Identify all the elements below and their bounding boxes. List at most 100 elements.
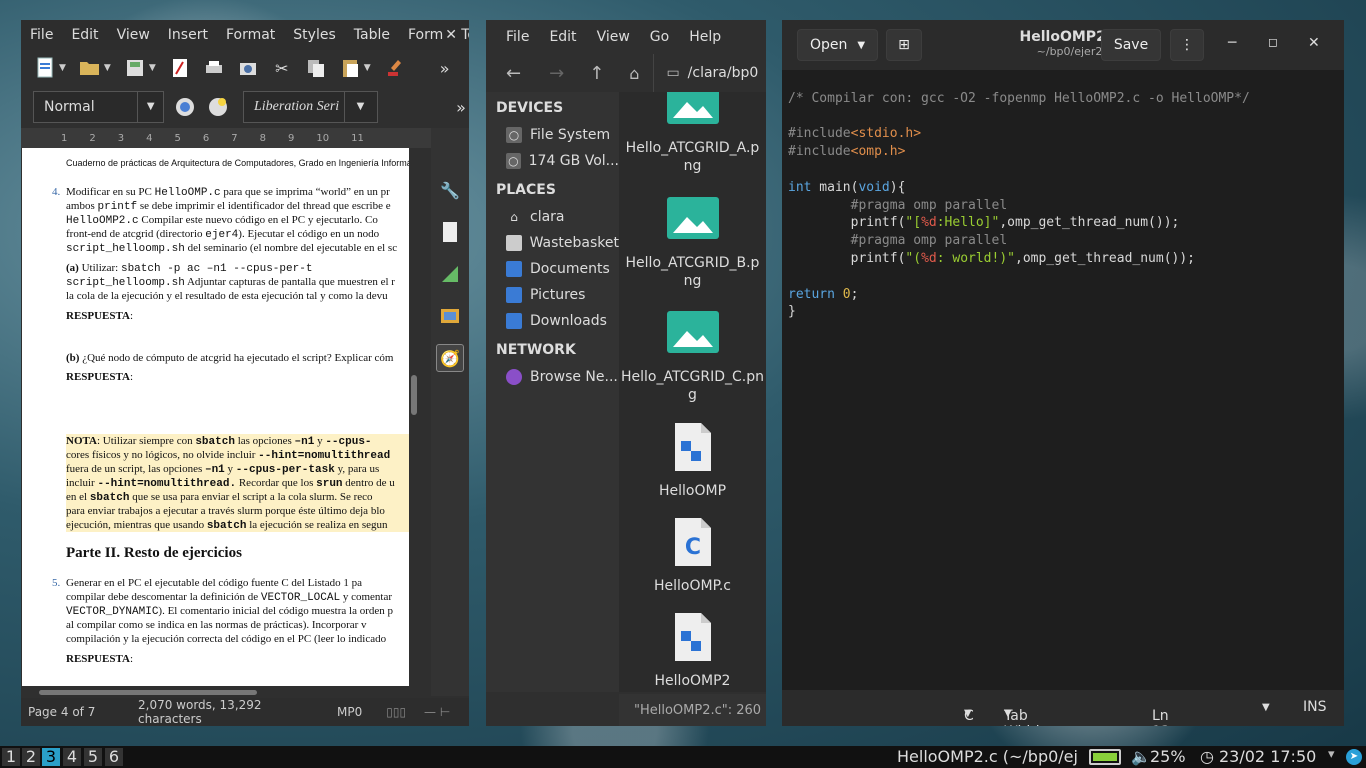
- place-item-volume[interactable]: ○ 174 GB Vol...: [486, 148, 619, 174]
- volume-icon[interactable]: 🔈: [1131, 747, 1151, 766]
- gallery-icon[interactable]: [436, 302, 464, 330]
- file-item-image-a[interactable]: Hello_ATCGRID_A.p ng: [619, 92, 766, 175]
- save-button[interactable]: Save: [1101, 29, 1161, 61]
- place-item-browse-network[interactable]: Browse Ne...: [486, 364, 619, 390]
- files-menu-edit[interactable]: Edit: [539, 29, 586, 45]
- active-window-title[interactable]: HelloOMP2.c (~/bp0/ej: [897, 747, 1077, 766]
- chevron-down-icon[interactable]: ▼: [344, 92, 376, 122]
- new-style-icon[interactable]: [204, 94, 232, 120]
- date-time[interactable]: 23/02 17:50: [1219, 747, 1316, 766]
- editor-headerbar: Open ▼ ⊞ HelloOMP2.c ~/bp0/ejer2 Save ⋮ ─…: [782, 20, 1344, 70]
- writer-menu-form[interactable]: Form: [399, 27, 452, 43]
- file-item-image-b[interactable]: Hello_ATCGRID_B.p ng: [619, 193, 766, 290]
- print-icon[interactable]: [200, 55, 228, 81]
- files-menu-help[interactable]: Help: [679, 29, 731, 45]
- copy-icon[interactable]: [302, 55, 330, 81]
- forward-arrow-icon[interactable]: →: [549, 63, 564, 84]
- chevron-down-icon[interactable]: ▼: [104, 63, 111, 73]
- chevron-down-icon[interactable]: ▼: [364, 63, 371, 73]
- battery-icon[interactable]: [1089, 749, 1121, 765]
- file-item-binary[interactable]: HelloOMP: [619, 421, 766, 500]
- chevron-down-icon[interactable]: ▼: [137, 92, 163, 122]
- open-button[interactable]: Open ▼: [797, 29, 878, 61]
- writer-menu-styles[interactable]: Styles: [284, 27, 344, 43]
- minimize-icon[interactable]: ─: [1228, 35, 1236, 51]
- file-item-image-c[interactable]: Hello_ATCGRID_C.pn g: [619, 307, 766, 404]
- writer-menu-table[interactable]: Table: [345, 27, 399, 43]
- clone-formatting-icon[interactable]: [381, 55, 409, 81]
- doc-line: front-end de atcgrid (directorio ejer4).…: [66, 228, 380, 241]
- file-item-c-source[interactable]: C HelloOMP.c: [619, 516, 766, 595]
- paste-icon[interactable]: [336, 55, 364, 81]
- page-count[interactable]: Page 4 of 7: [28, 705, 128, 719]
- workspace-5[interactable]: 5: [84, 748, 102, 766]
- toolbar-overflow-icon[interactable]: »: [447, 94, 469, 120]
- paragraph-style-value: Normal: [44, 99, 95, 115]
- update-style-icon[interactable]: [171, 94, 199, 120]
- view-layout-icon[interactable]: ▯▯▯: [386, 705, 406, 719]
- writer-menu-insert[interactable]: Insert: [159, 27, 217, 43]
- files-menu-file[interactable]: File: [496, 29, 539, 45]
- place-item-downloads[interactable]: Downloads: [486, 308, 619, 334]
- close-icon[interactable]: ✕: [1308, 35, 1320, 51]
- workspace-3[interactable]: 3: [42, 748, 60, 766]
- workspace-1[interactable]: 1: [2, 748, 20, 766]
- new-tab-button[interactable]: ⊞: [886, 29, 922, 61]
- toolbar-overflow-icon[interactable]: »: [431, 55, 459, 81]
- document-page[interactable]: Cuaderno de prácticas de Arquitectura de…: [22, 148, 409, 686]
- print-preview-icon[interactable]: [234, 55, 262, 81]
- paragraph-style-combo[interactable]: Normal ▼: [33, 91, 164, 123]
- cut-icon[interactable]: ✂: [268, 55, 296, 81]
- files-menu-go[interactable]: Go: [640, 29, 679, 45]
- new-document-icon[interactable]: [31, 55, 59, 81]
- files-menu-view[interactable]: View: [587, 29, 640, 45]
- navigator-compass-icon[interactable]: 🧭: [436, 344, 464, 372]
- styles-icon[interactable]: [436, 260, 464, 288]
- place-item-wastebasket[interactable]: Wastebasket: [486, 230, 619, 256]
- file-item-binary-2[interactable]: HelloOMP2: [619, 611, 766, 690]
- ruler-mark: 5: [174, 132, 181, 144]
- writer-menu-file[interactable]: File: [21, 27, 62, 43]
- export-pdf-icon[interactable]: [166, 55, 194, 81]
- chevron-down-icon[interactable]: ▼: [149, 63, 156, 73]
- path-bar[interactable]: ▭ /clara/bp0: [653, 54, 758, 92]
- properties-wrench-icon[interactable]: 🔧: [436, 176, 464, 204]
- chevron-down-icon[interactable]: ▼: [1262, 702, 1270, 713]
- telegram-icon[interactable]: ➤: [1346, 749, 1362, 765]
- chevron-down-icon: ▼: [964, 708, 972, 719]
- horizontal-scrollbar[interactable]: [39, 690, 257, 695]
- writer-menu-format[interactable]: Format: [217, 27, 284, 43]
- writer-menu-edit[interactable]: Edit: [62, 27, 107, 43]
- back-arrow-icon[interactable]: ←: [506, 63, 521, 84]
- home-icon[interactable]: ⌂: [629, 64, 639, 83]
- code-editor[interactable]: /* Compilar con: gcc -O2 -fopenmp HelloO…: [788, 72, 1250, 321]
- insert-mode[interactable]: INS: [1303, 699, 1327, 715]
- writer-menu-view[interactable]: View: [108, 27, 159, 43]
- word-count[interactable]: 2,070 words, 13,292 characters: [138, 698, 323, 726]
- font-name-combo[interactable]: Liberation Seri ▼: [243, 91, 378, 123]
- place-item-pictures[interactable]: Pictures: [486, 282, 619, 308]
- open-folder-icon[interactable]: [76, 55, 104, 81]
- up-arrow-icon[interactable]: ↑: [589, 63, 604, 84]
- maximize-icon[interactable]: ◻: [1268, 35, 1278, 49]
- horizontal-ruler[interactable]: 1 2 3 4 5 6 7 8 9 10 11: [21, 128, 431, 148]
- save-template-icon[interactable]: [121, 55, 149, 81]
- answer-label: RESPUESTA:: [66, 310, 134, 322]
- place-item-file-system[interactable]: ○ File System: [486, 122, 619, 148]
- wifi-icon[interactable]: ▾: [1328, 747, 1335, 762]
- macro-status: MP0: [337, 705, 363, 719]
- workspace-2[interactable]: 2: [22, 748, 40, 766]
- writer-standard-toolbar: ▼ ▼ ▼ ✂ ▼ »: [21, 50, 469, 86]
- zoom-slider[interactable]: — ⊢: [424, 705, 450, 719]
- menu-kebab-icon[interactable]: ⋮: [1170, 29, 1204, 61]
- place-item-home[interactable]: ⌂ clara: [486, 204, 619, 230]
- doc-line: la cola de la ejecución y el resultado d…: [66, 290, 388, 302]
- writer-close-icon[interactable]: ✕: [445, 27, 457, 43]
- vertical-scrollbar[interactable]: [411, 375, 417, 415]
- page-icon[interactable]: [436, 218, 464, 246]
- chevron-down-icon[interactable]: ▼: [59, 63, 66, 73]
- workspace-4[interactable]: 4: [63, 748, 81, 766]
- place-item-documents[interactable]: Documents: [486, 256, 619, 282]
- workspace-6[interactable]: 6: [105, 748, 123, 766]
- writer-sidebar: 🔧 🧭: [431, 128, 469, 696]
